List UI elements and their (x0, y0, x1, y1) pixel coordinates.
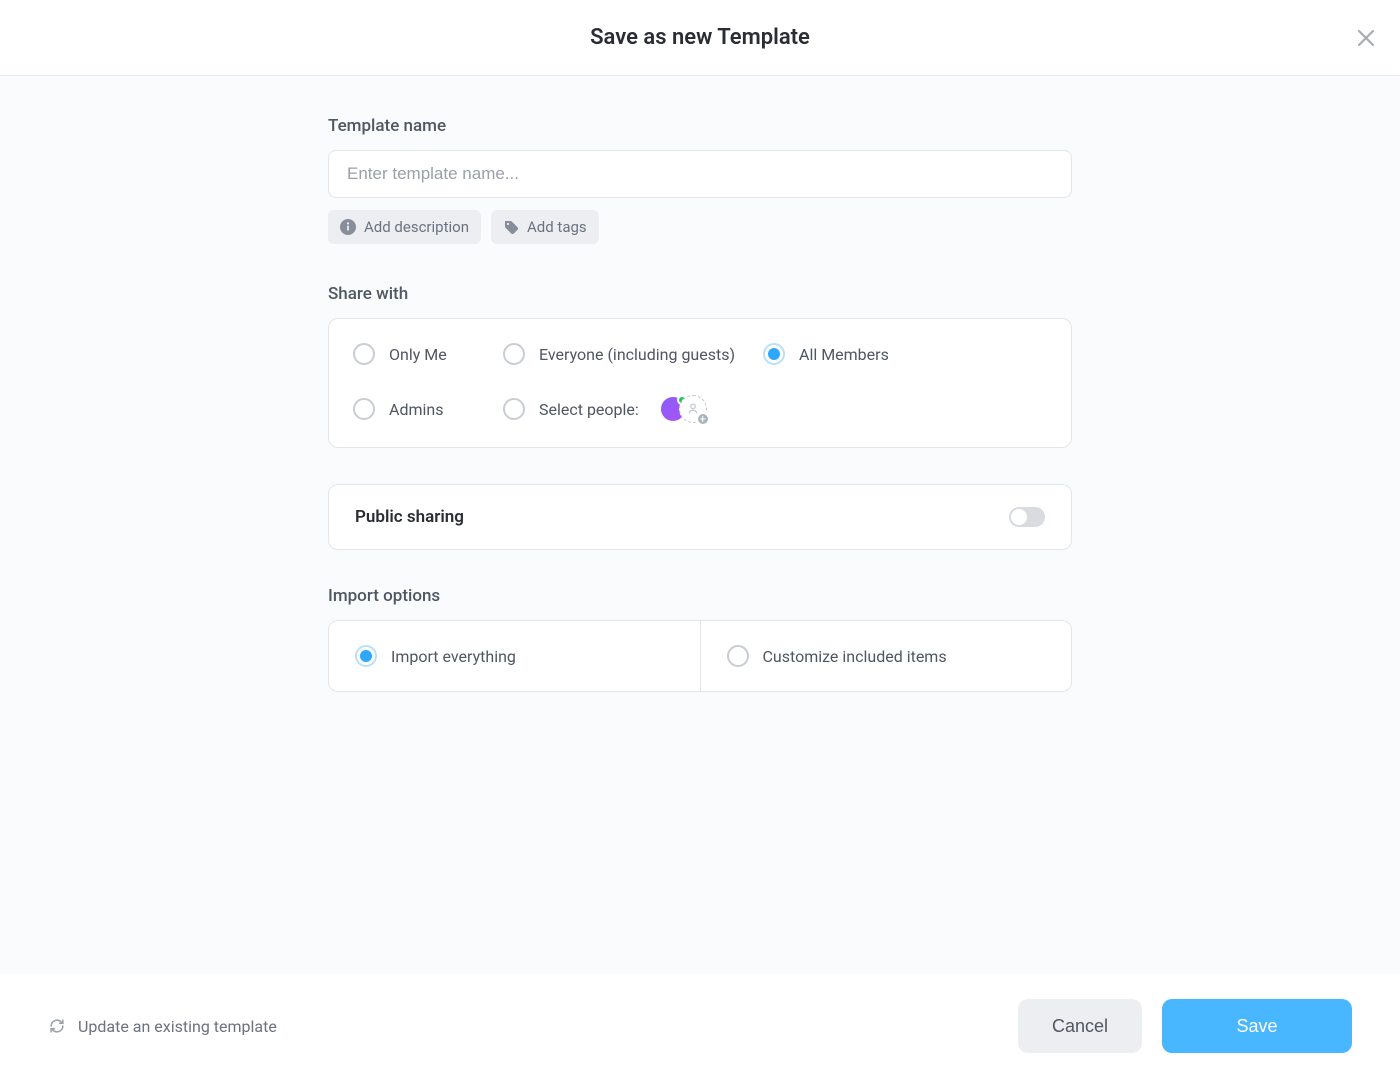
people-picker[interactable]: + (659, 395, 707, 423)
share-option-everyone[interactable]: Everyone (including guests) (503, 343, 763, 365)
share-option-label: Everyone (including guests) (539, 345, 735, 364)
radio-icon (503, 343, 525, 365)
update-existing-label: Update an existing template (78, 1017, 277, 1036)
radio-icon (503, 398, 525, 420)
modal-title: Save as new Template (590, 25, 810, 50)
import-option-label: Customize included items (763, 647, 947, 666)
add-tags-button[interactable]: Add tags (491, 210, 599, 244)
import-option-everything[interactable]: Import everything (329, 621, 700, 691)
save-button[interactable]: Save (1162, 999, 1352, 1053)
radio-icon (355, 645, 377, 667)
plus-icon: + (696, 412, 710, 426)
share-option-only-me[interactable]: Only Me (353, 343, 503, 365)
tag-icon (503, 219, 519, 235)
public-sharing-label: Public sharing (355, 507, 464, 527)
public-sharing-card: Public sharing (328, 484, 1072, 550)
modal-footer: Update an existing template Cancel Save (0, 974, 1400, 1078)
template-name-input[interactable] (328, 150, 1072, 198)
share-with-card: Only Me Everyone (including guests) All … (328, 318, 1072, 448)
share-with-label: Share with (328, 284, 1072, 304)
share-option-label: Select people: (539, 400, 639, 419)
import-option-label: Import everything (391, 647, 516, 666)
radio-icon (353, 343, 375, 365)
share-option-label: All Members (799, 345, 889, 364)
share-option-select-people[interactable]: Select people: + (503, 395, 1047, 423)
radio-icon (353, 398, 375, 420)
modal-body: Template name Add description Add tags S… (0, 76, 1400, 974)
modal-header: Save as new Template (0, 0, 1400, 76)
cancel-button[interactable]: Cancel (1018, 999, 1142, 1053)
info-icon (340, 219, 356, 235)
add-description-button[interactable]: Add description (328, 210, 481, 244)
share-option-admins[interactable]: Admins (353, 398, 503, 420)
close-button[interactable] (1352, 24, 1380, 52)
share-option-label: Only Me (389, 345, 447, 364)
import-options-card: Import everything Customize included ite… (328, 620, 1072, 692)
template-name-label: Template name (328, 116, 1072, 136)
radio-icon (727, 645, 749, 667)
update-existing-template-button[interactable]: Update an existing template (48, 1017, 277, 1036)
close-icon (1354, 26, 1378, 50)
import-option-customize[interactable]: Customize included items (700, 621, 1072, 691)
add-description-label: Add description (364, 218, 469, 236)
public-sharing-toggle[interactable] (1009, 507, 1045, 527)
add-person-slot[interactable]: + (679, 395, 707, 423)
import-options-label: Import options (328, 586, 1072, 606)
add-tags-label: Add tags (527, 218, 587, 236)
refresh-icon (48, 1017, 66, 1035)
share-option-all-members[interactable]: All Members (763, 343, 1047, 365)
toggle-knob-icon (1011, 509, 1027, 525)
share-option-label: Admins (389, 400, 443, 419)
radio-icon (763, 343, 785, 365)
